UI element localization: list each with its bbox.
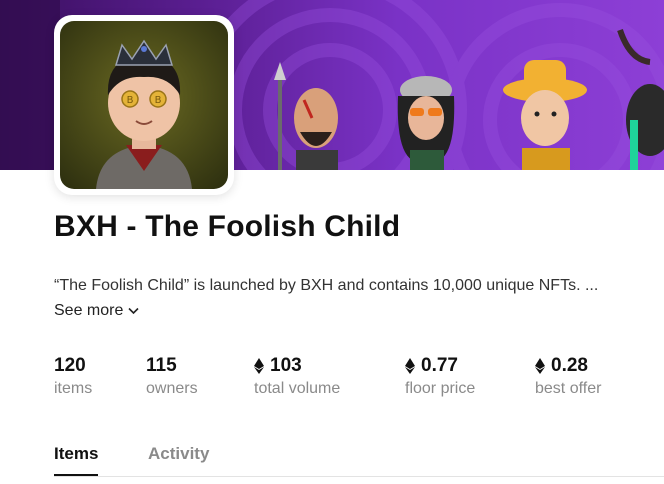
stat-items-value: 120 — [54, 355, 86, 376]
eth-icon — [535, 358, 545, 374]
stat-best-offer-value: 0.28 — [551, 355, 588, 376]
tab-items[interactable]: Items — [54, 444, 99, 476]
stat-floor-price-value: 0.77 — [421, 355, 458, 376]
character-hat-guy — [503, 60, 587, 170]
collection-description: “The Foolish Child” is launched by BXH a… — [54, 277, 599, 294]
stat-best-offer-label: best offer — [535, 380, 602, 397]
eth-icon — [254, 358, 264, 374]
stat-total-volume-value: 103 — [270, 355, 302, 376]
stat-owners-value: 115 — [146, 355, 177, 376]
see-more-button[interactable]: See more — [54, 302, 139, 320]
svg-text:B: B — [127, 95, 134, 106]
avatar-image: B B — [60, 21, 228, 189]
stat-owners: 115 owners — [146, 354, 198, 398]
stat-owners-label: owners — [146, 380, 198, 397]
stat-items: 120 items — [54, 354, 92, 398]
stat-total-volume: 103 total volume — [254, 354, 340, 398]
see-more-label: See more — [54, 302, 124, 319]
eth-icon — [405, 358, 415, 374]
stat-items-label: items — [54, 380, 93, 397]
chevron-down-icon — [128, 307, 139, 315]
tab-activity[interactable]: Activity — [148, 444, 209, 474]
collection-tabs: Items Activity — [54, 438, 664, 477]
stat-floor-price: 0.77 floor price — [405, 354, 475, 398]
collection-title: BXH - The Foolish Child — [54, 210, 401, 243]
stat-floor-price-label: floor price — [405, 380, 476, 397]
collection-avatar: B B — [54, 15, 234, 195]
stat-best-offer: 0.28 best offer — [535, 354, 601, 398]
stat-total-volume-label: total volume — [254, 380, 341, 397]
svg-text:B: B — [155, 95, 162, 106]
